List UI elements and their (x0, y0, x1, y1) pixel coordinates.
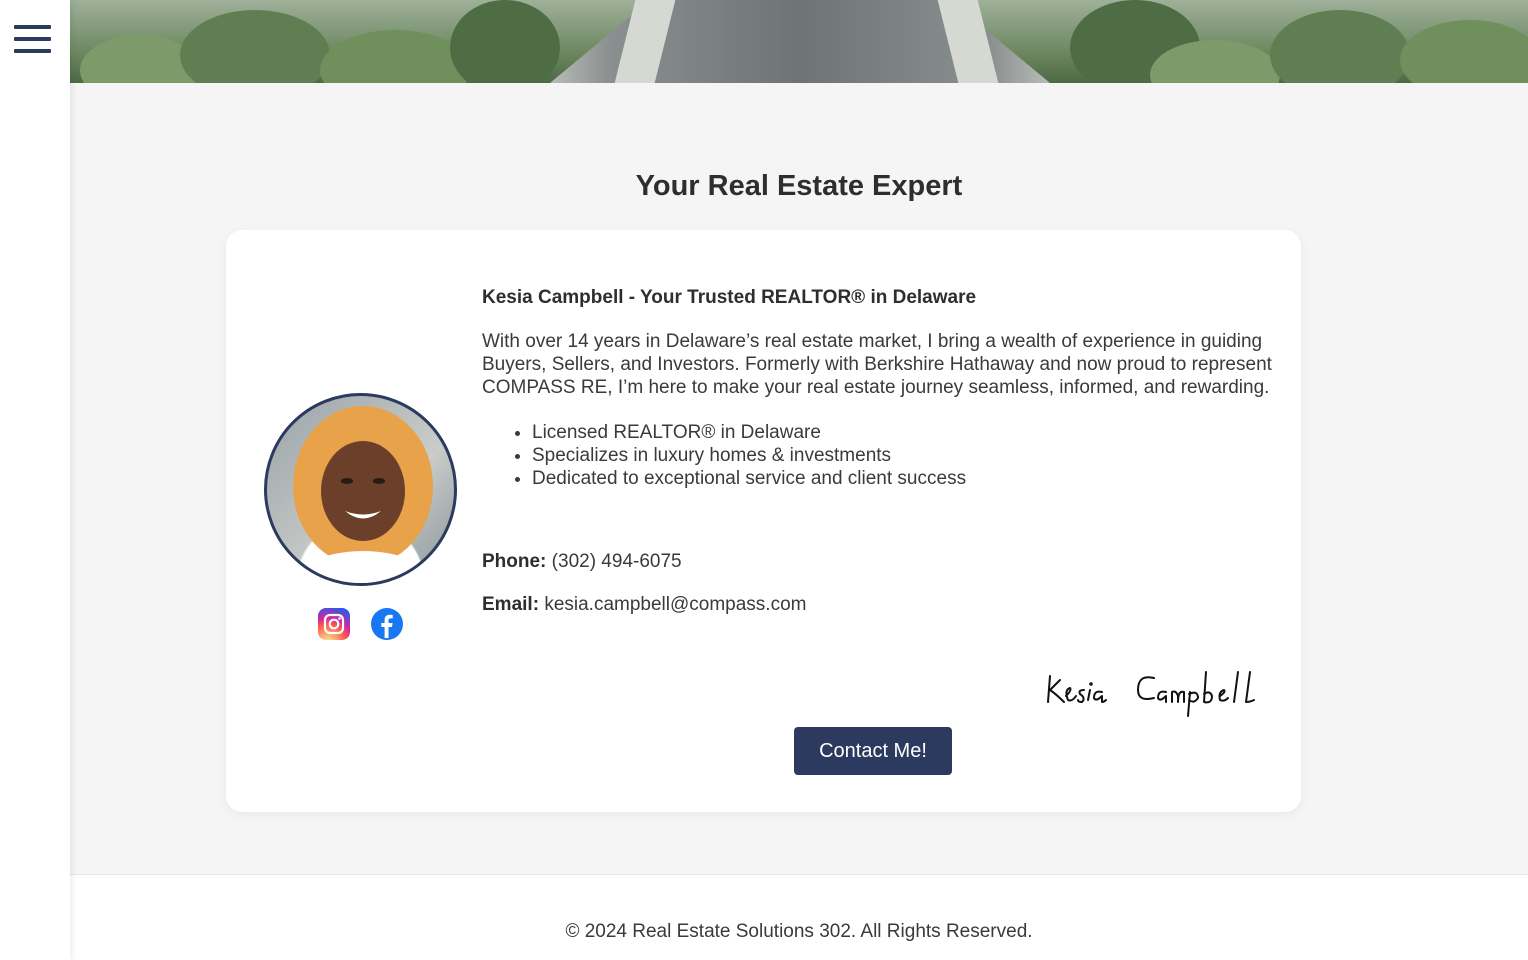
copyright-text: © 2024 Real Estate Solutions 302. All Ri… (565, 921, 1033, 942)
email-line: Email: kesia.campbell@compass.com (482, 593, 806, 616)
section-title: Your Real Estate Expert (635, 170, 963, 202)
hero-banner-image (70, 0, 1528, 83)
sidebar (0, 0, 70, 960)
phone-line: Phone: (302) 494-6075 (482, 550, 682, 573)
agent-photo (264, 393, 457, 586)
facebook-icon[interactable] (371, 608, 403, 640)
agent-profile-card: Kesia Campbell - Your Trusted REALTOR® i… (226, 230, 1301, 812)
list-item: Licensed REALTOR® in Delaware (532, 421, 1272, 444)
email-address[interactable]: kesia.campbell@compass.com (544, 594, 806, 615)
footer: © 2024 Real Estate Solutions 302. All Ri… (70, 874, 1528, 960)
list-item: Specializes in luxury homes & investment… (532, 444, 1272, 467)
main-content: Your Real Estate Expert Kesia Campbell -… (70, 0, 1528, 960)
email-label: Email: (482, 594, 540, 615)
agent-name-heading: Kesia Campbell - Your Trusted REALTOR® i… (482, 287, 977, 308)
handwritten-signature (1044, 668, 1266, 720)
contact-me-button[interactable]: Contact Me! (794, 727, 952, 775)
phone-label: Phone: (482, 551, 547, 572)
list-item: Dedicated to exceptional service and cli… (532, 467, 1272, 490)
agent-bio: With over 14 years in Delaware’s real es… (482, 331, 1272, 398)
hamburger-menu-icon[interactable] (14, 25, 51, 53)
highlights-list: Licensed REALTOR® in Delaware Specialize… (482, 421, 1272, 490)
instagram-icon[interactable] (318, 608, 350, 640)
phone-number[interactable]: (302) 494-6075 (552, 551, 682, 572)
